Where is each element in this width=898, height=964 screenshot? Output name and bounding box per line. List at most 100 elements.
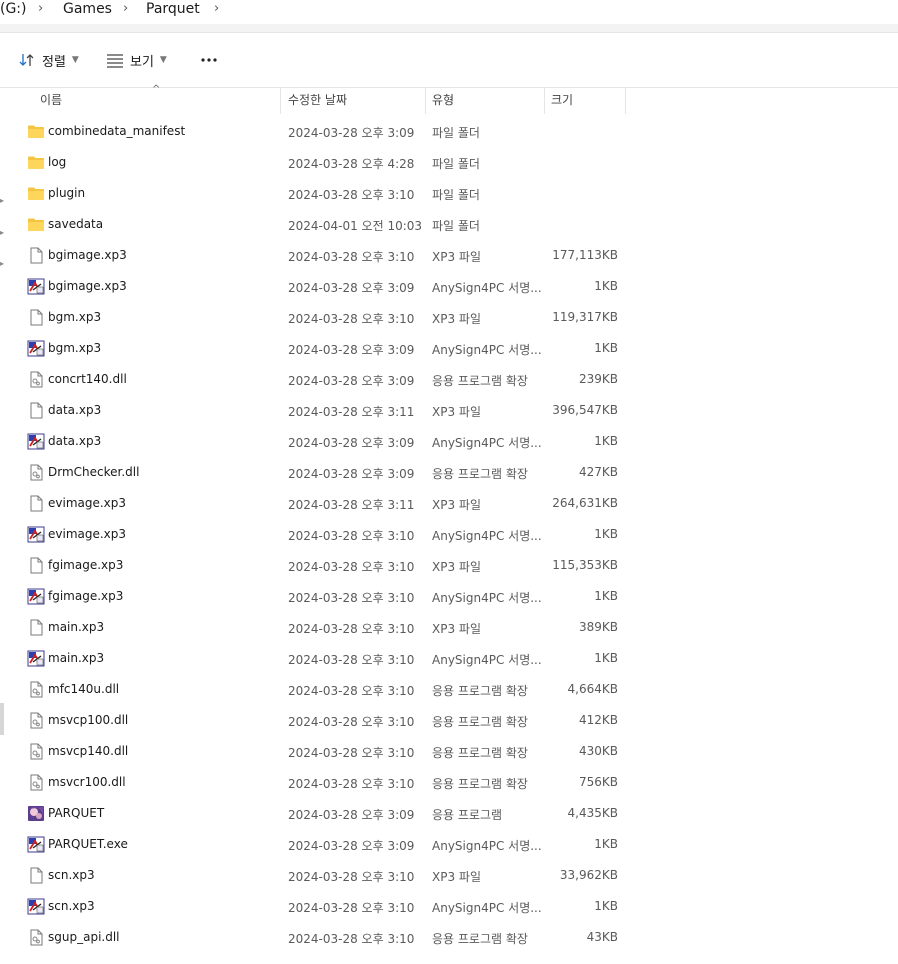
file-size: 1KB: [594, 527, 618, 541]
column-resize-handle[interactable]: [280, 88, 281, 114]
dll-file-icon: [27, 929, 45, 946]
file-row[interactable]: concrt140.dll 2024-03-28 오후 3:09 응용 프로그램 확…: [22, 364, 626, 395]
file-row[interactable]: data.xp3 2024-03-28 오후 3:11 XP3 파일 396,547K…: [22, 395, 626, 426]
file-name: mfc140u.dll: [48, 682, 120, 696]
file-row[interactable]: scn.xp3 2024-03-28 오후 3:10 XP3 파일 33,962KB: [22, 860, 626, 891]
list-view-icon: [107, 54, 123, 68]
file-row[interactable]: evimage.xp3 2024-03-28 오후 3:11 XP3 파일 264,6…: [22, 488, 626, 519]
file-row[interactable]: fgimage.xp3 2024-03-28 오후 3:10 AnySign4PC …: [22, 581, 626, 612]
file-name: scn.xp3: [48, 868, 95, 882]
file-row[interactable]: fgimage.xp3 2024-03-28 오후 3:10 XP3 파일 115,3…: [22, 550, 626, 581]
nav-pane-expander[interactable]: ▸: [0, 228, 5, 237]
file-row[interactable]: main.xp3 2024-03-28 오후 3:10 XP3 파일 389KB: [22, 612, 626, 643]
file-row[interactable]: bgm.xp3 2024-03-28 오후 3:10 XP3 파일 119,317KB: [22, 302, 626, 333]
file-row[interactable]: combinedata_manifest 2024-03-28 오후 3:09 파일…: [22, 116, 626, 147]
file-type: AnySign4PC 서명...: [432, 436, 542, 450]
file-name: concrt140.dll: [48, 372, 127, 386]
file-type: 응용 프로그램 확장: [432, 374, 528, 388]
file-icon: [27, 557, 45, 574]
file-row[interactable]: plugin 2024-03-28 오후 3:10 파일 폴더: [22, 178, 626, 209]
file-row[interactable]: evimage.xp3 2024-03-28 오후 3:10 AnySign4PC …: [22, 519, 626, 550]
file-row[interactable]: PARQUET 2024-03-28 오후 3:09 응용 프로그램 4,435KB: [22, 798, 626, 829]
file-name: main.xp3: [48, 651, 105, 665]
file-type: AnySign4PC 서명...: [432, 839, 542, 853]
breadcrumb-item-games[interactable]: Games: [63, 1, 112, 17]
file-date-modified: 2024-03-28 오후 3:10: [288, 560, 415, 574]
file-type: AnySign4PC 서명...: [432, 591, 542, 605]
file-row[interactable]: DrmChecker.dll 2024-03-28 오후 3:09 응용 프로그램 …: [22, 457, 626, 488]
file-name: sgup_api.dll: [48, 930, 120, 944]
more-options-button[interactable]: [196, 49, 222, 71]
file-date-modified: 2024-03-28 오후 3:11: [288, 405, 415, 419]
column-header-name[interactable]: 이름: [40, 88, 62, 114]
file-row[interactable]: msvcr100.dll 2024-03-28 오후 3:10 응용 프로그램 확장…: [22, 767, 626, 798]
chevron-right-icon[interactable]: ›: [38, 1, 43, 16]
nav-pane-expander[interactable]: ▸: [0, 196, 5, 205]
file-size: 430KB: [578, 744, 618, 758]
file-row[interactable]: mfc140u.dll 2024-03-28 오후 3:10 응용 프로그램 확장 4…: [22, 674, 626, 705]
column-resize-handle[interactable]: [625, 88, 626, 114]
file-date-modified: 2024-03-28 오후 3:09: [288, 436, 415, 450]
file-date-modified: 2024-03-28 오후 3:10: [288, 870, 415, 884]
file-icon: [27, 309, 45, 326]
file-row[interactable]: main.xp3 2024-03-28 오후 3:10 AnySign4PC 서명.…: [22, 643, 626, 674]
file-size: 33,962KB: [559, 868, 618, 882]
nav-pane-expander[interactable]: ▸: [0, 259, 5, 268]
view-button[interactable]: 보기 ▼: [106, 47, 167, 73]
file-type: AnySign4PC 서명...: [432, 529, 542, 543]
folder-icon: [27, 216, 45, 233]
dll-file-icon: [27, 743, 45, 760]
dll-file-icon: [27, 712, 45, 729]
file-date-modified: 2024-03-28 오후 3:10: [288, 932, 415, 946]
file-row[interactable]: log 2024-03-28 오후 4:28 파일 폴더: [22, 147, 626, 178]
file-row[interactable]: bgimage.xp3 2024-03-28 오후 3:10 XP3 파일 177,1…: [22, 240, 626, 271]
file-date-modified: 2024-03-28 오후 3:10: [288, 312, 415, 326]
dll-file-icon: [27, 681, 45, 698]
chevron-right-icon[interactable]: ›: [214, 1, 219, 16]
file-date-modified: 2024-03-28 오후 3:10: [288, 901, 415, 915]
file-row[interactable]: data.xp3 2024-03-28 오후 3:09 AnySign4PC 서명.…: [22, 426, 626, 457]
file-row[interactable]: bgm.xp3 2024-03-28 오후 3:09 AnySign4PC 서명..…: [22, 333, 626, 364]
sort-button[interactable]: 정렬 ▼: [18, 47, 79, 73]
file-row[interactable]: PARQUET.exe 2024-03-28 오후 3:09 AnySign4PC …: [22, 829, 626, 860]
file-row[interactable]: scn.xp3 2024-03-28 오후 3:10 AnySign4PC 서명..…: [22, 891, 626, 922]
file-type: XP3 파일: [432, 498, 481, 512]
file-type: 파일 폴더: [432, 219, 480, 233]
signature-file-icon: [27, 650, 45, 667]
file-size: 1KB: [594, 837, 618, 851]
file-size: 396,547KB: [552, 403, 618, 417]
file-row[interactable]: sgup_api.dll 2024-03-28 오후 3:10 응용 프로그램 확장…: [22, 922, 626, 953]
file-name: main.xp3: [48, 620, 105, 634]
column-resize-handle[interactable]: [425, 88, 426, 114]
file-size: 1KB: [594, 899, 618, 913]
file-size: 427KB: [578, 465, 618, 479]
file-type: XP3 파일: [432, 405, 481, 419]
file-row[interactable]: bgimage.xp3 2024-03-28 오후 3:09 AnySign4PC …: [22, 271, 626, 302]
file-name: fgimage.xp3: [48, 558, 124, 572]
folder-icon: [27, 185, 45, 202]
file-name: fgimage.xp3: [48, 589, 124, 603]
column-resize-handle[interactable]: [544, 88, 545, 114]
signature-file-icon: [27, 278, 45, 295]
nav-pane-scrollbar[interactable]: [0, 703, 4, 735]
file-row[interactable]: msvcp140.dll 2024-03-28 오후 3:10 응용 프로그램 확장…: [22, 736, 626, 767]
file-row[interactable]: savedata 2024-04-01 오전 10:03 파일 폴더: [22, 209, 626, 240]
breadcrumb-item-parquet[interactable]: Parquet: [146, 1, 200, 17]
file-type: 응용 프로그램 확장: [432, 932, 528, 946]
column-header-size[interactable]: 크기: [551, 88, 573, 114]
file-name: bgm.xp3: [48, 341, 102, 355]
chevron-right-icon[interactable]: ›: [123, 1, 128, 16]
file-date-modified: 2024-03-28 오후 3:10: [288, 777, 415, 791]
breadcrumb-drive[interactable]: (G:): [0, 1, 27, 17]
file-size: 239KB: [578, 372, 618, 386]
dll-file-icon: [27, 371, 45, 388]
file-size: 1KB: [594, 589, 618, 603]
file-size: 43KB: [586, 930, 618, 944]
signature-file-icon: [27, 588, 45, 605]
file-name: bgimage.xp3: [48, 248, 127, 262]
column-header-date[interactable]: 수정한 날짜: [288, 88, 347, 114]
dll-file-icon: [27, 464, 45, 481]
file-row[interactable]: msvcp100.dll 2024-03-28 오후 3:10 응용 프로그램 확장…: [22, 705, 626, 736]
file-icon: [27, 867, 45, 884]
column-header-type[interactable]: 유형: [432, 88, 454, 114]
